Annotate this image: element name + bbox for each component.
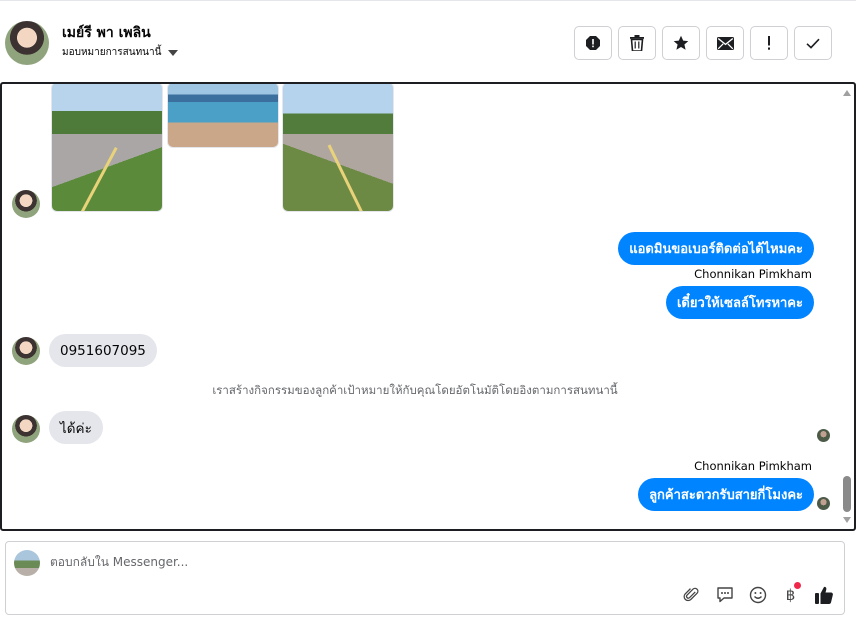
paperclip-icon (683, 587, 698, 601)
emoji-button[interactable] (747, 584, 768, 605)
scroll-down-arrow-icon[interactable] (843, 517, 851, 523)
outgoing-message[interactable]: เดี๋ยวให้เซลล์โทรหาคะ (665, 286, 814, 319)
scroll-up-arrow-icon[interactable] (843, 90, 851, 96)
baht-icon: ฿ (785, 585, 796, 604)
message-thread[interactable]: แอดมินขอเบอร์ติดต่อได้ไหมคะ Chonnikan Pi… (0, 82, 856, 531)
sender-name: Chonnikan Pimkham (694, 459, 812, 473)
system-message: เราสร้างกิจกรรมของลูกค้าเป้าหมายให้กับคุ… (212, 383, 618, 397)
contact-name[interactable]: เมย์รี พา เพลิน (62, 22, 151, 44)
report-spam-icon (586, 36, 600, 50)
speech-bubble-icon (716, 586, 733, 602)
star-button[interactable] (662, 26, 700, 60)
attach-file-button[interactable] (681, 584, 702, 605)
scrollbar-thumb[interactable] (843, 476, 851, 512)
incoming-message[interactable]: ได้ค่ะ (49, 411, 103, 444)
saved-replies-button[interactable] (714, 584, 735, 605)
payment-button[interactable]: ฿ (780, 582, 801, 605)
sender-name: Chonnikan Pimkham (694, 267, 812, 281)
contact-avatar-small (12, 190, 40, 218)
incoming-message[interactable]: 0951607095 (49, 334, 157, 367)
mark-unread-button[interactable] (706, 26, 744, 60)
conversation-header: เมย์รี พา เพลิน มอบหมายการสนทนานี้ (0, 0, 856, 83)
photo-attachment[interactable] (282, 84, 394, 212)
flag-button[interactable] (750, 26, 788, 60)
outgoing-message[interactable]: แอดมินขอเบอร์ติดต่อได้ไหมคะ (618, 232, 814, 265)
checkmark-icon (806, 38, 820, 49)
thumbs-up-icon (814, 586, 833, 604)
report-spam-button[interactable] (574, 26, 612, 60)
reply-input[interactable] (50, 555, 750, 569)
photo-attachment[interactable] (51, 84, 163, 212)
notification-dot (794, 582, 801, 589)
seen-indicator-avatar (817, 497, 830, 510)
seen-indicator-avatar (817, 429, 830, 442)
like-button[interactable] (813, 584, 834, 605)
outgoing-message[interactable]: ลูกค้าสะดวกรับสายกี่โมงคะ (638, 478, 814, 511)
composer-tools: ฿ (681, 582, 834, 605)
star-icon (673, 35, 689, 50)
contact-avatar[interactable] (5, 21, 49, 65)
assign-conversation-dropdown[interactable]: มอบหมายการสนทนานี้ (62, 45, 179, 60)
header-actions (574, 26, 832, 60)
photo-attachment[interactable] (167, 84, 279, 148)
reply-composer: ฿ (5, 541, 845, 615)
trash-icon (630, 35, 644, 51)
caret-down-icon (168, 49, 179, 56)
scrollbar[interactable] (840, 84, 854, 529)
mark-done-button[interactable] (794, 26, 832, 60)
smiley-icon (749, 586, 766, 603)
assign-label: มอบหมายการสนทนานี้ (62, 47, 162, 58)
contact-avatar-small (12, 415, 40, 443)
delete-button[interactable] (618, 26, 656, 60)
page-avatar (14, 550, 40, 576)
exclamation-icon (768, 36, 770, 50)
contact-avatar-small (12, 337, 40, 365)
envelope-icon (716, 36, 734, 50)
